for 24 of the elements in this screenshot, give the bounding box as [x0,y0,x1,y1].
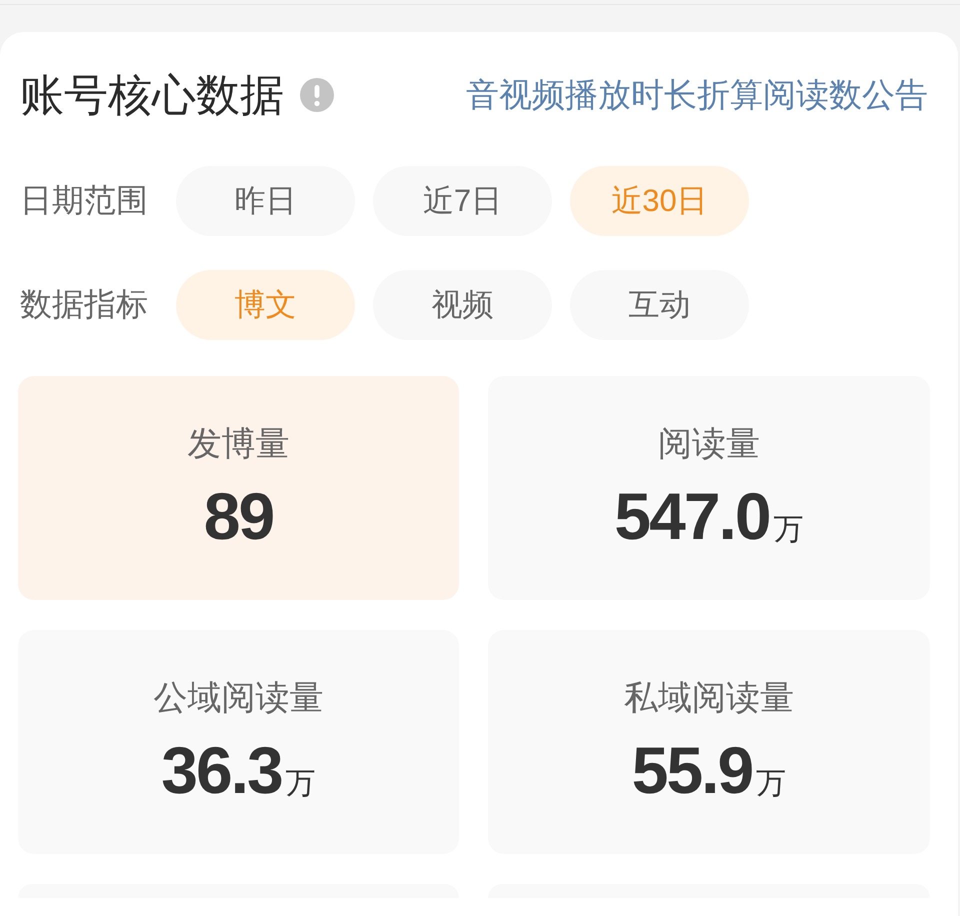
section-title: 账号核心数据 [20,70,284,122]
stat-unit: 万 [286,766,316,802]
stat-value: 547.0 [614,478,770,554]
stat-unit: 万 [756,766,786,802]
filter-label: 日期范围 [19,181,149,220]
filter-chip[interactable]: 近7日 [373,166,552,236]
stat-value: 89 [204,478,274,554]
filter-label: 数据指标 [19,285,149,324]
stat-label: 发博量 [188,424,290,464]
stat-card[interactable]: 私域阅读量 55.9万 [488,630,930,854]
stat-value: 55.9 [632,732,752,808]
stat-card[interactable]: 公域阅读量 36.3万 [18,630,459,854]
notice-link[interactable]: 音视频播放时长折算阅读数公告 [466,72,928,118]
stat-label: 私域阅读量 [624,678,794,718]
filter-chip[interactable]: 视频 [373,270,552,340]
stat-unit: 万 [774,512,804,548]
info-icon[interactable] [300,78,334,112]
filter-chip[interactable]: 互动 [570,270,749,340]
stat-label: 公域阅读量 [154,678,324,718]
stat-label: 阅读量 [658,424,760,464]
stat-card[interactable]: 发博量 89 [18,376,459,600]
stat-value: 36.3 [161,732,282,808]
stat-card[interactable]: 阅读量 547.0万 [488,376,930,600]
filter-chip[interactable]: 昨日 [176,166,355,236]
